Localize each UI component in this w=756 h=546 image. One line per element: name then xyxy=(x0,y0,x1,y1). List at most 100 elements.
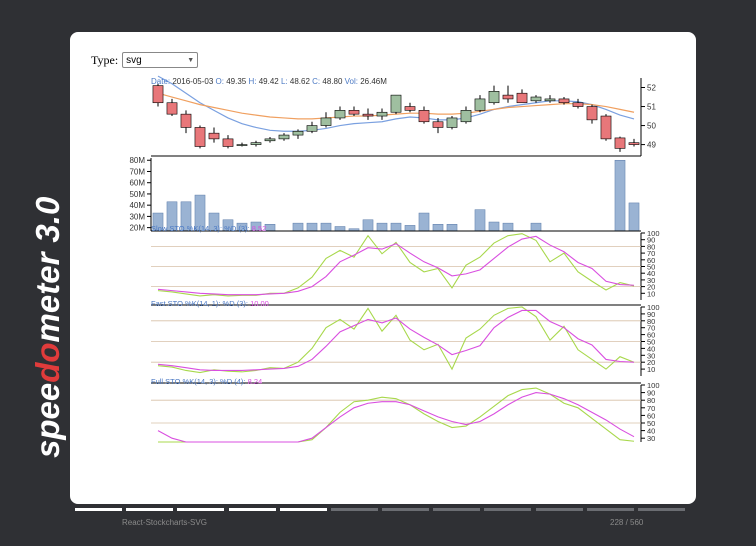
candle xyxy=(264,138,276,142)
candle xyxy=(474,98,486,111)
tooltip-close: 48.80 xyxy=(322,77,343,86)
tooltip-open: 49.35 xyxy=(226,77,247,86)
candle xyxy=(348,110,360,115)
volume-tick-label: 50M xyxy=(129,190,145,199)
progress-segment xyxy=(535,508,583,511)
candle xyxy=(418,110,430,123)
volume-bar xyxy=(488,221,500,232)
candle xyxy=(306,125,318,132)
tooltip-date-label: Date: xyxy=(151,77,170,86)
volume-bar xyxy=(502,222,514,232)
fast-sto-tick-label: 100 xyxy=(647,303,660,312)
slow-sto-name: Slow STO %K(14, 3): %D (3): xyxy=(151,224,250,233)
candle xyxy=(614,137,626,149)
tooltip-close-label: C: xyxy=(312,77,320,86)
candle xyxy=(152,85,164,104)
tooltip-high: 49.42 xyxy=(259,77,280,86)
progress-segment xyxy=(586,508,634,511)
candle xyxy=(586,106,598,121)
candle xyxy=(572,102,584,107)
candle xyxy=(502,94,514,100)
candle xyxy=(334,110,346,119)
fast-sto-value: 10.00 xyxy=(250,299,269,308)
tooltip-low-label: L: xyxy=(281,77,288,86)
volume-bar xyxy=(376,222,388,232)
progress-segment xyxy=(330,508,378,511)
logo-version: 3.0 xyxy=(29,196,66,243)
price-tick-label: 50 xyxy=(647,122,656,131)
volume-bar xyxy=(474,209,486,232)
candle xyxy=(250,142,262,145)
candle xyxy=(362,113,374,117)
volume-bar xyxy=(614,159,626,232)
volume-bar xyxy=(306,222,318,232)
candle xyxy=(600,115,612,140)
volume-tick-label: 20M xyxy=(129,224,145,233)
candle xyxy=(222,138,234,147)
volume-bar xyxy=(362,219,374,232)
candle xyxy=(236,144,248,146)
full-sto-label: Full STO %K(14, 3): %D (4): 8.24 xyxy=(151,377,262,386)
stock-chart-svg[interactable]: 4950515220M30M40M50M60M70M80M10203040506… xyxy=(83,40,679,495)
tooltip-vol: 26.46M xyxy=(360,77,387,86)
tooltip-open-label: O: xyxy=(216,77,224,86)
progress-segment xyxy=(75,508,123,511)
progress-segment xyxy=(279,508,327,511)
progress-segment xyxy=(126,508,174,511)
volume-bar xyxy=(432,224,444,232)
fast-sto-d-line xyxy=(157,309,635,372)
price-tick-label: 52 xyxy=(647,84,656,93)
candle xyxy=(194,127,206,147)
slow-sto-tick-label: 100 xyxy=(647,229,660,238)
full-sto-value: 8.24 xyxy=(248,377,263,386)
candle xyxy=(404,106,416,111)
candle xyxy=(432,121,444,128)
candle xyxy=(390,94,402,113)
slide-progress xyxy=(75,508,685,513)
candle xyxy=(460,110,472,123)
logo-part-1: spee xyxy=(29,383,66,458)
logo-part-2: do xyxy=(29,342,66,382)
tooltip-date: 2016-05-03 xyxy=(172,77,213,86)
price-tick-label: 49 xyxy=(647,141,656,150)
candle xyxy=(544,98,556,102)
progress-segment xyxy=(433,508,481,511)
candle xyxy=(208,132,220,140)
candle xyxy=(376,111,388,117)
volume-tick-label: 60M xyxy=(129,179,145,188)
speedometer-logo: speedometer 3.0 xyxy=(29,196,66,458)
full-sto-tick-label: 100 xyxy=(647,381,660,390)
tooltip-low: 48.62 xyxy=(290,77,311,86)
volume-tick-label: 80M xyxy=(129,156,145,165)
volume-bar xyxy=(292,222,304,232)
candle xyxy=(516,92,528,104)
candle xyxy=(278,134,290,140)
candle xyxy=(488,91,500,104)
tooltip-vol-label: Vol: xyxy=(345,77,358,86)
candle xyxy=(320,117,332,126)
full-sto-name: Full STO %K(14, 3): %D (4): xyxy=(151,377,245,386)
fast-sto-k-line xyxy=(157,306,635,374)
volume-bar xyxy=(628,202,640,232)
volume-tick-label: 40M xyxy=(129,201,145,210)
fast-sto-name: Fast STO %K(14, 1): %D (3): xyxy=(151,299,248,308)
progress-segment xyxy=(228,508,276,511)
volume-bar xyxy=(334,226,346,232)
candle xyxy=(446,117,458,128)
candle xyxy=(292,130,304,136)
volume-bar xyxy=(404,225,416,232)
volume-bar xyxy=(264,224,276,232)
tooltip-high-label: H: xyxy=(248,77,256,86)
volume-bar xyxy=(390,222,402,232)
logo-part-3: meter xyxy=(29,250,66,342)
volume-bar xyxy=(530,222,542,232)
volume-bar xyxy=(418,212,430,232)
full-sto-k-line xyxy=(158,387,635,443)
candle xyxy=(166,102,178,115)
slow-sto-label: Slow STO %K(14, 3): %D (3): 8.52 xyxy=(151,224,266,233)
candle xyxy=(628,142,640,145)
progress-segment xyxy=(484,508,532,511)
slow-sto-value: 8.52 xyxy=(252,224,267,233)
volume-tick-label: 30M xyxy=(129,212,145,221)
ohlc-tooltip: Date: 2016-05-03 O: 49.35 H: 49.42 L: 48… xyxy=(151,77,387,86)
